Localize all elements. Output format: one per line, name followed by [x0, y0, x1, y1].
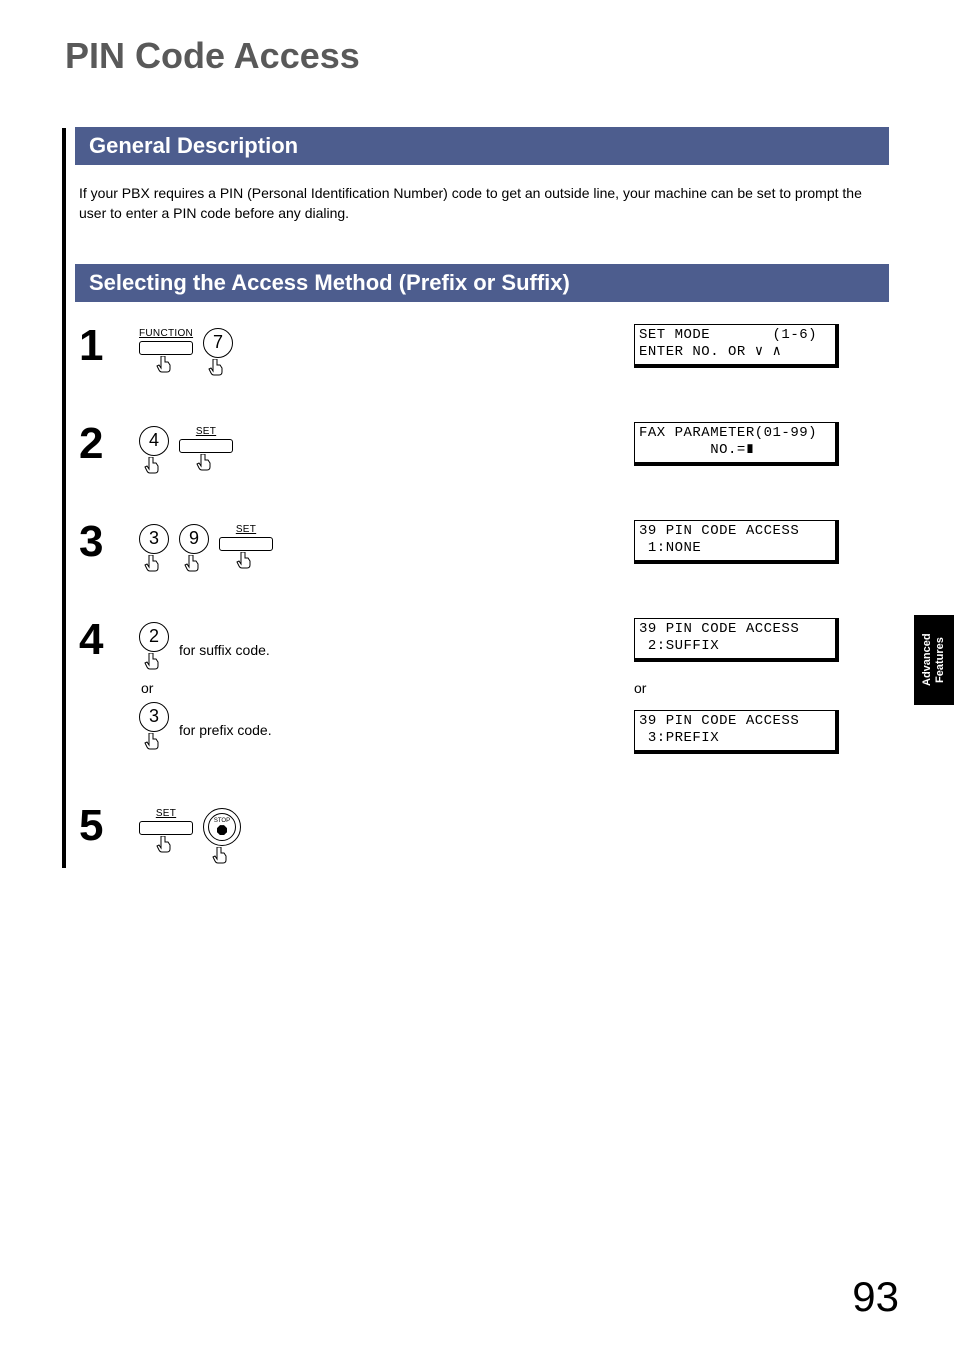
- digit-7-key: 7: [203, 328, 233, 380]
- lcd-display: 39 PIN CODE ACCESS 3:PREFIX: [634, 710, 839, 754]
- function-key: FUNCTION: [139, 328, 193, 377]
- step-2-display: FAX PARAMETER(01-99) NO.=∎: [634, 418, 889, 484]
- step-3-number: 3: [79, 520, 139, 564]
- press-hand-icon: [143, 733, 165, 754]
- digit-9-key: 9: [179, 524, 209, 576]
- prefix-text: for prefix code.: [179, 702, 272, 738]
- digit-2-key: 2: [139, 622, 169, 674]
- function-key-label: FUNCTION: [139, 328, 193, 340]
- step-3: 3 3 9 SET: [79, 516, 889, 586]
- set-key-label: SET: [156, 808, 176, 820]
- step-1-number: 1: [79, 324, 139, 368]
- press-hand-icon: [143, 653, 165, 674]
- stop-key: STOP: [203, 808, 241, 868]
- step-4-keys: 2 for suffix code. or 3 for: [139, 614, 634, 754]
- step-4-display: 39 PIN CODE ACCESS 2:SUFFIX or 39 PIN CO…: [634, 614, 889, 772]
- press-hand-icon: [207, 359, 229, 380]
- side-tab: Advanced Features: [914, 615, 954, 705]
- press-hand-icon: [235, 552, 257, 573]
- step-1: 1 FUNCTION 7: [79, 320, 889, 390]
- press-hand-icon: [183, 555, 205, 576]
- page: PIN Code Access General Description If y…: [0, 0, 954, 870]
- set-key: SET: [139, 808, 193, 857]
- or-text-left: or: [139, 680, 634, 696]
- press-hand-icon: [143, 457, 165, 478]
- set-key: SET: [219, 524, 273, 573]
- set-key-label: SET: [236, 524, 256, 536]
- lcd-display: 39 PIN CODE ACCESS 1:NONE: [634, 520, 839, 564]
- lcd-display: 39 PIN CODE ACCESS 2:SUFFIX: [634, 618, 839, 662]
- stop-key-label: STOP: [214, 818, 230, 824]
- left-stripe: [62, 128, 66, 868]
- press-hand-icon: [211, 847, 233, 868]
- step-2-keys: 4 SET: [139, 418, 634, 478]
- step-1-keys: FUNCTION 7: [139, 320, 634, 380]
- suffix-text: for suffix code.: [179, 622, 270, 658]
- stop-octagon-icon: [217, 825, 227, 835]
- step-3-keys: 3 9 SET: [139, 516, 634, 576]
- step-3-display: 39 PIN CODE ACCESS 1:NONE: [634, 516, 889, 582]
- press-hand-icon: [155, 836, 177, 857]
- step-5-number: 5: [79, 804, 139, 848]
- step-5: 5 SET STOP: [79, 800, 889, 870]
- section-selecting-access: Selecting the Access Method (Prefix or S…: [75, 264, 889, 302]
- step-1-display: SET MODE (1-6) ENTER NO. OR ∨ ∧: [634, 320, 889, 386]
- page-title: PIN Code Access: [65, 35, 889, 77]
- step-5-display: [634, 800, 889, 804]
- steps-container: 1 FUNCTION 7: [79, 320, 889, 870]
- step-4-number: 4: [79, 618, 139, 662]
- general-description-body: If your PBX requires a PIN (Personal Ide…: [79, 183, 879, 224]
- digit-3-key: 3: [139, 702, 169, 754]
- press-hand-icon: [195, 454, 217, 475]
- press-hand-icon: [155, 356, 177, 377]
- press-hand-icon: [143, 555, 165, 576]
- digit-4-key: 4: [139, 426, 169, 478]
- set-key-label: SET: [196, 426, 216, 438]
- step-4: 4 2 for suffix code. or 3: [79, 614, 889, 772]
- set-key: SET: [179, 426, 233, 475]
- step-5-keys: SET STOP: [139, 800, 634, 868]
- step-2-number: 2: [79, 422, 139, 466]
- page-number: 93: [852, 1273, 899, 1321]
- lcd-display: SET MODE (1-6) ENTER NO. OR ∨ ∧: [634, 324, 839, 368]
- digit-3-key: 3: [139, 524, 169, 576]
- or-text-right: or: [634, 680, 889, 696]
- section-general-description: General Description: [75, 127, 889, 165]
- lcd-display: FAX PARAMETER(01-99) NO.=∎: [634, 422, 839, 466]
- step-2: 2 4 SET: [79, 418, 889, 488]
